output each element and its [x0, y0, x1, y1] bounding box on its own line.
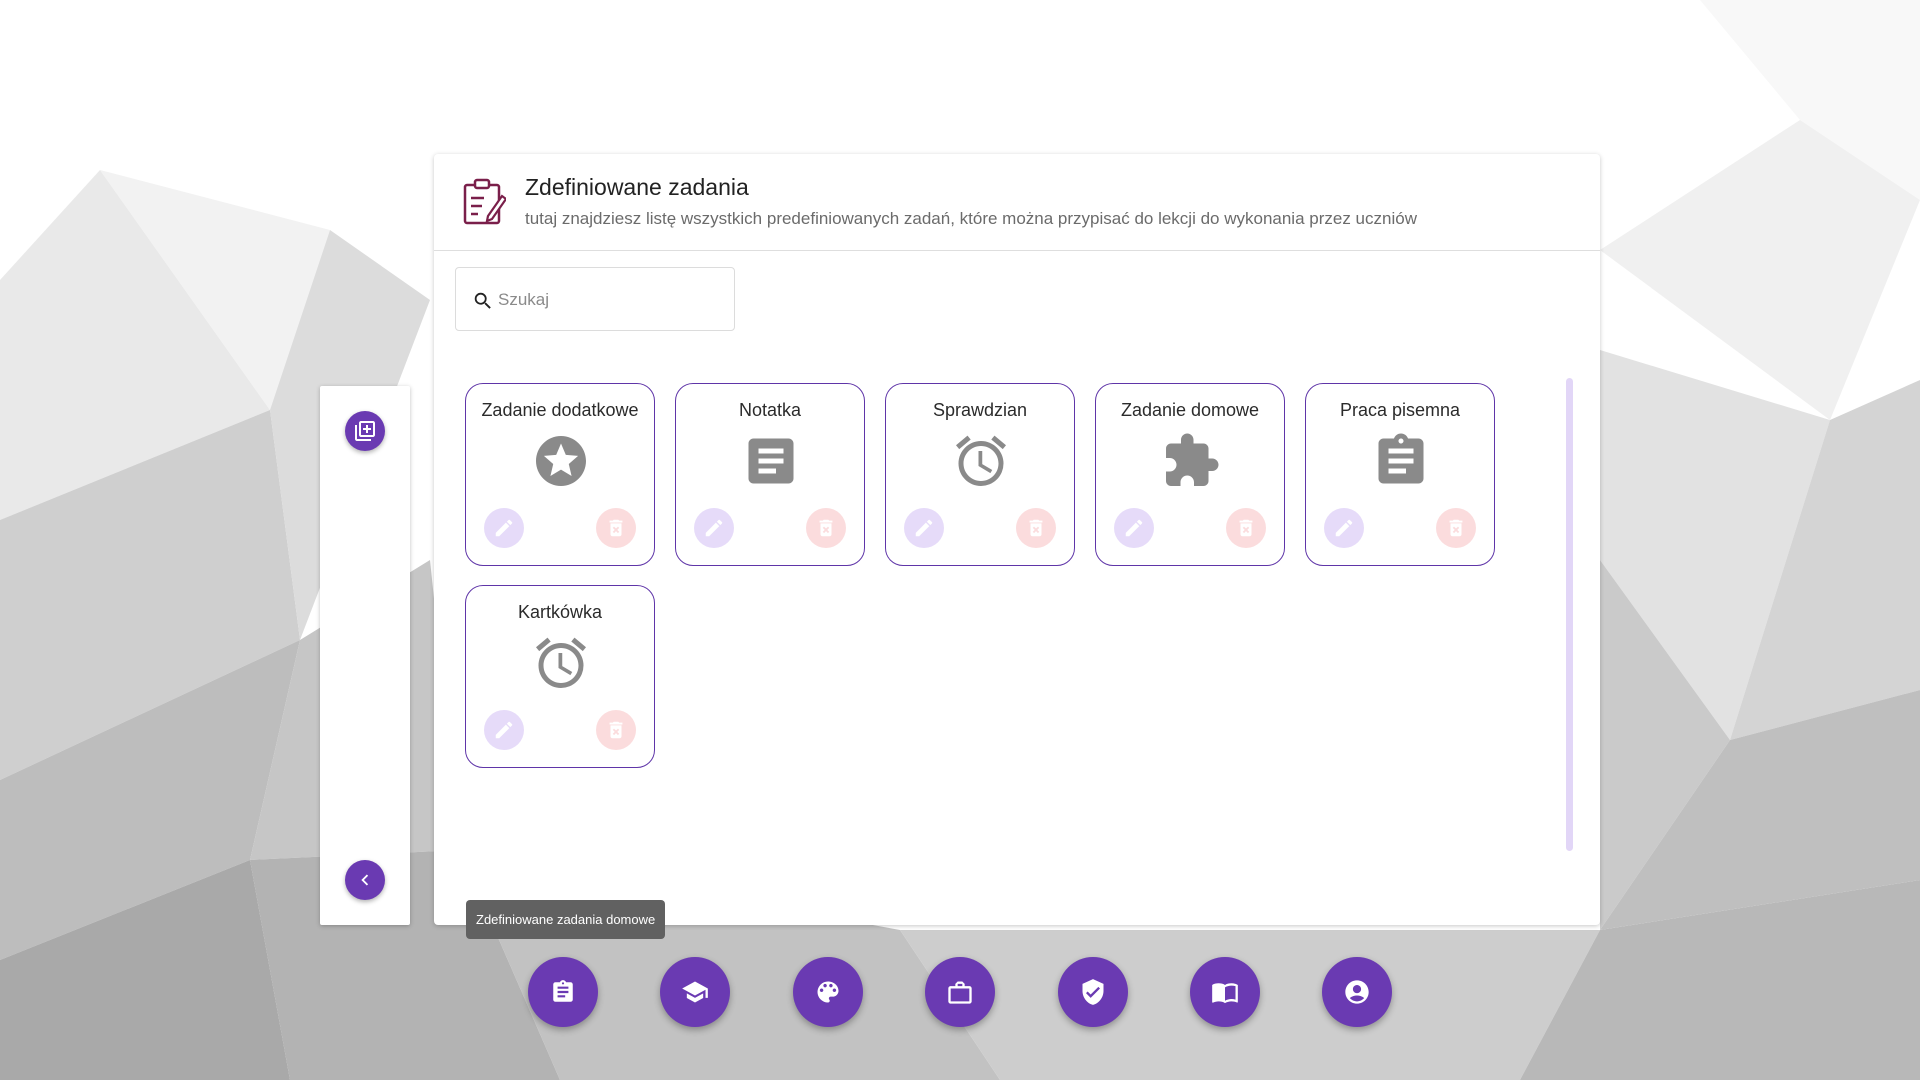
edit-button[interactable]	[484, 710, 524, 750]
add-task-button[interactable]	[345, 411, 385, 451]
pencil-icon	[495, 519, 513, 537]
tooltip: Zdefiniowane zadania domowe	[466, 900, 666, 939]
delete-button[interactable]	[596, 710, 636, 750]
nav-account-button[interactable]	[1322, 957, 1392, 1027]
task-title: Zadanie dodatkowe	[481, 400, 639, 420]
delete-button[interactable]	[806, 508, 846, 548]
chevron-left-icon	[361, 874, 369, 886]
trash-icon	[609, 519, 623, 537]
edit-button[interactable]	[1114, 508, 1154, 548]
scrollbar[interactable]	[1566, 378, 1573, 851]
edit-button[interactable]	[694, 508, 734, 548]
delete-button[interactable]	[596, 508, 636, 548]
nav-education-button[interactable]	[660, 957, 730, 1027]
edit-button[interactable]	[1324, 508, 1364, 548]
nav-verified-button[interactable]	[1058, 957, 1128, 1027]
nav-book-button[interactable]	[1190, 957, 1260, 1027]
task-title: Kartkówka	[517, 602, 603, 622]
nav-assignments-button[interactable]	[528, 957, 598, 1027]
side-panel	[320, 386, 410, 925]
task-card[interactable]: Notatka	[675, 383, 865, 566]
star-circle-icon	[531, 431, 591, 491]
main-card: Zdefiniowane zadania tutaj znajdziesz li…	[434, 154, 1600, 925]
trash-icon	[1239, 519, 1253, 537]
collapse-panel-button[interactable]	[345, 860, 385, 900]
article-icon	[741, 431, 801, 491]
alarm-clock-icon	[951, 431, 1011, 491]
page-subtitle: tutaj znajdziesz listę wszystkich predef…	[525, 209, 1417, 228]
library-add-icon	[355, 421, 375, 441]
task-card[interactable]: Praca pisemna	[1305, 383, 1495, 566]
nav-briefcase-button[interactable]	[925, 957, 995, 1027]
search-icon	[474, 292, 491, 309]
pencil-icon	[1335, 519, 1353, 537]
task-card[interactable]: Zadanie dodatkowe	[465, 383, 655, 566]
verified-check-icon	[1082, 979, 1104, 1005]
graduation-cap-icon	[682, 981, 708, 1003]
alarm-clock-icon	[531, 633, 591, 693]
task-title: Praca pisemna	[1339, 400, 1461, 420]
pencil-icon	[495, 721, 513, 739]
search-input[interactable]	[498, 282, 718, 318]
task-card[interactable]: Sprawdzian	[885, 383, 1075, 566]
task-card[interactable]: Kartkówka	[465, 585, 655, 768]
clipboard-edit-icon	[463, 178, 506, 225]
task-title: Sprawdzian	[932, 400, 1028, 420]
pencil-icon	[1125, 519, 1143, 537]
task-card[interactable]: Zadanie domowe	[1095, 383, 1285, 566]
puzzle-icon	[1161, 431, 1221, 491]
pencil-icon	[705, 519, 723, 537]
account-circle-icon	[1345, 980, 1369, 1004]
palette-icon	[817, 981, 839, 1003]
search-box	[455, 267, 735, 331]
trash-icon	[1029, 519, 1043, 537]
edit-button[interactable]	[904, 508, 944, 548]
page-title: Zdefiniowane zadania	[525, 174, 749, 200]
task-title: Notatka	[738, 400, 802, 420]
nav-palette-button[interactable]	[793, 957, 863, 1027]
assignment-icon	[1371, 431, 1431, 491]
assignment-icon	[553, 980, 573, 1002]
page-header: Zdefiniowane zadania tutaj znajdziesz li…	[434, 154, 1600, 251]
delete-button[interactable]	[1226, 508, 1266, 548]
pencil-icon	[915, 519, 933, 537]
task-title: Zadanie domowe	[1120, 400, 1260, 420]
trash-icon	[819, 519, 833, 537]
trash-icon	[1449, 519, 1463, 537]
edit-button[interactable]	[484, 508, 524, 548]
delete-button[interactable]	[1016, 508, 1056, 548]
delete-button[interactable]	[1436, 508, 1476, 548]
briefcase-icon	[948, 981, 972, 1004]
trash-icon	[609, 721, 623, 739]
open-book-icon	[1212, 983, 1238, 1004]
